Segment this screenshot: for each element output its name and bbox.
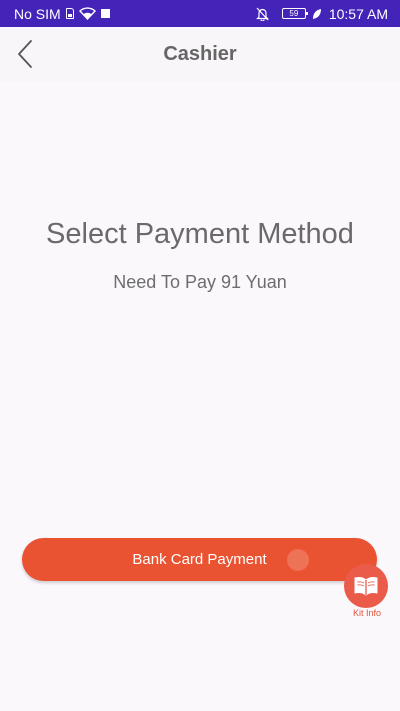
clock: 10:57 AM [328,5,388,22]
status-left: No SIM [14,6,110,22]
open-book-icon [354,577,378,596]
chevron-left-icon [18,40,32,68]
notification-square-icon [100,9,110,18]
touch-ripple [287,549,309,571]
back-button[interactable] [10,37,40,71]
bell-off-icon [255,7,269,21]
battery-level: 59 [289,8,299,18]
carrier-text: No SIM [14,5,61,22]
bank-card-payment-button[interactable]: Bank Card Payment [22,538,377,581]
page-title: Cashier [163,43,237,65]
bank-card-payment-label: Bank Card Payment [132,551,267,568]
status-bar: No SIM 59 10:57 AM [0,0,400,27]
header: Cashier [0,27,400,82]
amount-due-text: Need To Pay 91 Yuan [113,272,287,292]
kit-info-circle [344,564,388,608]
battery-icon: 59 [281,8,308,19]
kit-info-button[interactable]: Kit Info [343,564,391,620]
wifi-icon [78,7,96,20]
battery-saver-leaf-icon [312,8,321,19]
payment-method-heading: Select Payment Method [46,218,354,250]
sim-card-icon [65,8,74,19]
kit-info-label: Kit Info [352,608,381,618]
status-right: 59 10:57 AM [255,5,388,22]
